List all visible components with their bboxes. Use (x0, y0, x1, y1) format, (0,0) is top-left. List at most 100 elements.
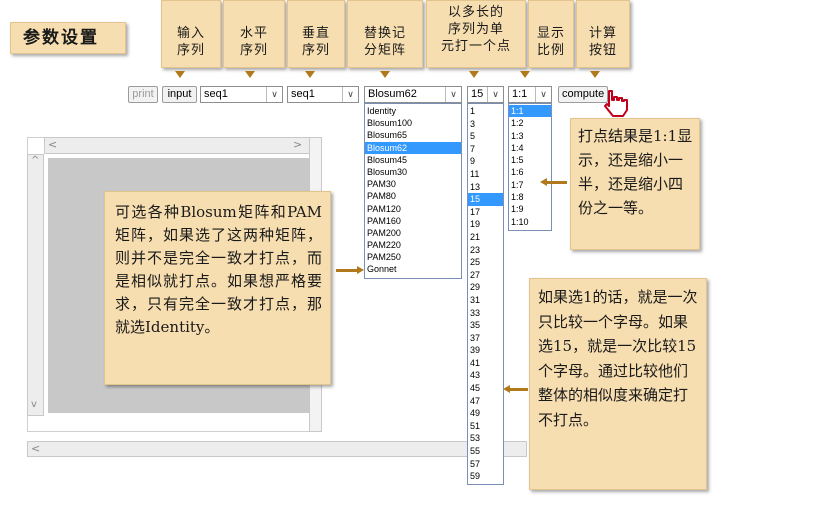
header-scale-text: 显示 比例 (536, 26, 565, 58)
option-item[interactable]: 49 (468, 407, 503, 420)
option-item[interactable]: 1:3 (509, 130, 551, 142)
vertical-seq-select[interactable]: seq1 ∨ (287, 86, 359, 103)
option-item[interactable]: 1 (468, 105, 503, 118)
window-arrow-head (503, 385, 510, 393)
window-value: 15 (471, 88, 484, 100)
horizontal-seq-select[interactable]: seq1 ∨ (200, 86, 283, 103)
option-item[interactable]: 37 (468, 332, 503, 345)
input-button[interactable]: input (162, 86, 197, 103)
option-item[interactable]: 1:10 (509, 216, 551, 228)
matrix-arrow-head (357, 266, 364, 274)
scale-arrow-head (540, 178, 547, 186)
chevron-down-icon: ∨ (342, 87, 358, 102)
window-dropdown-list[interactable]: 1 3 5 7 9 11 13 15 17 19 21 23 25 27 29 31 33 35 37 39 41 43 4… (467, 103, 504, 485)
option-item[interactable]: Blosum45 (365, 154, 461, 166)
matrix-dropdown-list[interactable]: Identity Blosum100 Blosum65 Blosum62 Blosum4… (364, 103, 462, 279)
header-window: 以多长的 序列为单 元打一个点 (426, 0, 526, 68)
option-item[interactable]: 25 (468, 256, 503, 269)
option-item[interactable]: 19 (468, 218, 503, 231)
option-item[interactable]: 43 (468, 369, 503, 382)
option-item[interactable]: PAM200 (365, 227, 461, 239)
page-title: 参数设置 (23, 28, 99, 48)
window-note: 如果选1的话，就是一次只比较一个字母。如果选15，就是一次比较15个字母。通过比… (529, 278, 707, 490)
window-arrow-line (510, 388, 528, 391)
option-item[interactable]: 51 (468, 420, 503, 433)
header-horizontal-text: 水平 序列 (239, 26, 268, 58)
option-item[interactable]: 47 (468, 395, 503, 408)
matrix-arrow-line (336, 269, 358, 272)
scroll-right-icon[interactable]: > (293, 138, 302, 151)
option-item[interactable]: 59 (468, 470, 503, 483)
scale-dropdown-list[interactable]: 1:1 1:2 1:3 1:4 1:5 1:6 1:7 1:8 1:9 1:10 (508, 103, 552, 231)
header-vertical: 垂直 序列 (287, 0, 345, 68)
option-item[interactable]: 15 (468, 193, 503, 206)
chevron-down-icon: ∨ (535, 87, 551, 102)
hand-cursor-icon (604, 90, 628, 117)
option-item[interactable]: 17 (468, 206, 503, 219)
option-item[interactable]: 1:8 (509, 191, 551, 203)
option-item[interactable]: Blosum100 (365, 117, 461, 129)
option-item[interactable]: 1:9 (509, 203, 551, 215)
option-item[interactable]: 23 (468, 244, 503, 257)
arrow-horizontal (245, 71, 255, 78)
matrix-note: 可选各种Blosum矩阵和PAM矩阵，如果选了这两种矩阵，则并不是完全一致才打点… (104, 191, 331, 385)
option-item[interactable]: 31 (468, 294, 503, 307)
vertical-seq-value: seq1 (291, 88, 315, 100)
top-scrollbar[interactable]: < > (44, 137, 322, 154)
scale-value: 1:1 (512, 88, 528, 100)
option-item[interactable]: 29 (468, 281, 503, 294)
option-item[interactable]: Identity (365, 105, 461, 117)
matrix-note-text: 可选各种Blosum矩阵和PAM矩阵，如果选了这两种矩阵，则并不是完全一致才打点… (115, 203, 322, 336)
option-item[interactable]: 1:1 (509, 105, 551, 118)
header-scale: 显示 比例 (528, 0, 574, 68)
option-item[interactable]: 1:5 (509, 154, 551, 166)
option-item[interactable]: 11 (468, 168, 503, 181)
option-item[interactable]: 41 (468, 357, 503, 370)
header-input: 输入 序列 (161, 0, 221, 68)
scroll-up-icon[interactable]: ^ (31, 155, 39, 166)
arrow-input (175, 71, 185, 78)
option-item[interactable]: PAM250 (365, 251, 461, 263)
option-item[interactable]: 27 (468, 269, 503, 282)
matrix-select[interactable]: Blosum62 ∨ (364, 86, 462, 103)
option-item[interactable]: 3 (468, 118, 503, 131)
scroll-down-icon[interactable]: v (31, 399, 37, 410)
option-item[interactable]: PAM80 (365, 190, 461, 202)
scale-select[interactable]: 1:1 ∨ (508, 86, 552, 103)
option-item[interactable]: Gonnet (365, 263, 461, 275)
option-item[interactable]: 53 (468, 432, 503, 445)
option-item[interactable]: 21 (468, 231, 503, 244)
arrow-matrix (380, 71, 390, 78)
header-compute: 计算 按钮 (576, 0, 630, 68)
option-item[interactable]: 9 (468, 155, 503, 168)
option-item[interactable]: 33 (468, 307, 503, 320)
horizontal-seq-value: seq1 (204, 88, 228, 100)
window-select[interactable]: 15 ∨ (467, 86, 504, 103)
header-window-text: 以多长的 序列为单 元打一个点 (440, 5, 511, 54)
left-scrollbar[interactable]: ^ v (27, 154, 44, 416)
option-item[interactable]: Blosum62 (365, 141, 461, 154)
option-item[interactable]: 35 (468, 319, 503, 332)
option-item[interactable]: PAM120 (365, 203, 461, 215)
scroll-left-icon[interactable]: < (48, 138, 57, 151)
scroll-left-icon[interactable]: < (31, 442, 40, 455)
option-item[interactable]: 39 (468, 344, 503, 357)
matrix-value: Blosum62 (368, 88, 417, 100)
option-item[interactable]: PAM30 (365, 178, 461, 190)
option-item[interactable]: 5 (468, 130, 503, 143)
arrow-window (469, 71, 479, 78)
option-item[interactable]: PAM220 (365, 239, 461, 251)
bottom-scrollbar[interactable]: < (27, 441, 527, 457)
option-item[interactable]: 45 (468, 382, 503, 395)
option-item[interactable]: PAM160 (365, 215, 461, 227)
option-item[interactable]: 1:6 (509, 166, 551, 178)
option-item[interactable]: 7 (468, 143, 503, 156)
option-item[interactable]: 57 (468, 458, 503, 471)
option-item[interactable]: Blosum30 (365, 166, 461, 178)
option-item[interactable]: Blosum65 (365, 129, 461, 141)
option-item[interactable]: 1:2 (509, 117, 551, 129)
option-item[interactable]: 1:4 (509, 142, 551, 154)
option-item[interactable]: 13 (468, 181, 503, 194)
option-item[interactable]: 55 (468, 445, 503, 458)
print-button[interactable]: print (128, 86, 158, 103)
